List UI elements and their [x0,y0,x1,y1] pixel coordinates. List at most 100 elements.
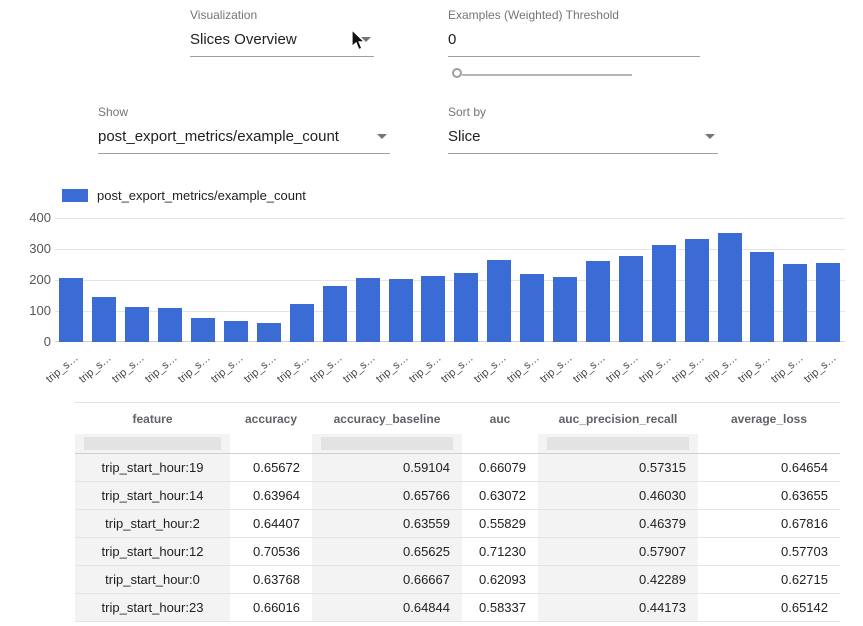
threshold-slider[interactable] [452,68,632,82]
slice-metrics-table: featureaccuracyaccuracy_baselineaucauc_p… [75,402,840,622]
bar[interactable] [59,278,83,342]
metric-cell: 0.64654 [698,454,840,481]
sort-by-label: Sort by [448,105,718,119]
bar[interactable] [421,276,445,342]
bar[interactable] [125,307,149,342]
bar[interactable] [553,277,577,342]
bar[interactable] [718,233,742,342]
bar[interactable] [586,261,610,342]
show-select[interactable]: post_export_metrics/example_count [98,128,390,154]
metric-cell: 0.55829 [462,510,538,537]
bar[interactable] [487,260,511,342]
metric-cell: 0.67816 [698,510,840,537]
metric-cell: 0.64407 [230,510,312,537]
metric-cell: 0.65625 [312,538,462,565]
chevron-down-icon [361,37,371,42]
bar[interactable] [290,304,314,342]
bar[interactable] [783,264,807,342]
y-axis-tick-label: 300 [17,241,51,256]
threshold-control: Examples (Weighted) Threshold 0 [448,8,700,57]
chevron-down-icon [377,134,387,139]
bar[interactable] [750,252,774,342]
column-filter-input[interactable] [547,437,689,450]
visualization-label: Visualization [190,8,374,22]
chart-bars [55,218,845,342]
column-header[interactable]: auc [462,403,538,434]
slice-metrics-bar-chart: post_export_metrics/example_count 010020… [17,186,847,401]
sort-by-select[interactable]: Slice [448,128,718,154]
bar[interactable] [454,273,478,342]
metric-cell: 0.63964 [230,482,312,509]
visualization-select[interactable]: Slices Overview [190,31,374,57]
metric-cell: 0.57907 [538,538,698,565]
table-row[interactable]: trip_start_hour:00.637680.666670.62093 0.… [75,566,840,594]
metric-cell: 0.66667 [312,566,462,593]
feature-cell: trip_start_hour:12 [75,538,230,565]
column-header[interactable]: average_loss [698,403,840,434]
feature-cell: trip_start_hour:0 [75,566,230,593]
bar[interactable] [389,279,413,342]
sort-by-control: Sort by Slice [448,105,718,154]
y-axis-tick-label: 400 [17,210,51,225]
metric-cell: 0.62715 [698,566,840,593]
sort-by-selected-value: Slice [448,128,481,145]
table-row[interactable]: trip_start_hour:140.639640.657660.630720… [75,482,840,510]
bar[interactable] [520,274,544,342]
table-row[interactable]: trip_start_hour:190.656720.591040.660790… [75,454,840,482]
bar[interactable] [619,256,643,342]
table-row[interactable]: trip_start_hour:120.705360.656250.712300… [75,538,840,566]
bar[interactable] [685,239,709,342]
metric-cell: 0.59104 [312,454,462,481]
threshold-value: 0 [448,31,456,48]
threshold-label: Examples (Weighted) Threshold [448,8,700,22]
bar[interactable] [323,286,347,342]
metric-cell: 0.62093 [462,566,538,593]
y-axis-tick-label: 200 [17,272,51,287]
show-selected-value: post_export_metrics/example_count [98,128,339,145]
column-filter-cell [230,434,312,453]
chevron-down-icon [705,134,715,139]
metric-cell: 0.57315 [538,454,698,481]
column-filter-cell [698,434,840,453]
column-filter-input[interactable] [321,437,453,450]
show-control: Show post_export_metrics/example_count [98,105,390,154]
column-filter-cell [538,434,698,453]
slider-thumb[interactable] [452,68,462,78]
column-filter-input[interactable] [84,437,221,450]
feature-cell: trip_start_hour:14 [75,482,230,509]
feature-cell: trip_start_hour:19 [75,454,230,481]
slider-track[interactable] [462,74,632,76]
column-filter-cell [462,434,538,453]
bar[interactable] [257,323,281,342]
table-row[interactable]: trip_start_hour:20.644070.635590.558290.… [75,510,840,538]
metric-cell: 0.71230 [462,538,538,565]
column-header[interactable]: accuracy [230,403,312,434]
column-header[interactable]: feature [75,403,230,434]
metric-cell: 0.63768 [230,566,312,593]
metric-cell: 0.64844 [312,594,462,621]
metric-cell: 0.66079 [462,454,538,481]
bar[interactable] [158,308,182,342]
metric-cell: 0.66016 [230,594,312,621]
chart-plot-area [55,218,845,342]
chart-legend: post_export_metrics/example_count [62,188,306,203]
bar[interactable] [224,321,248,342]
table-row[interactable]: trip_start_hour:230.660160.648440.583370… [75,594,840,622]
visualization-selected-value: Slices Overview [190,31,297,48]
bar[interactable] [816,263,840,342]
column-header[interactable]: auc_precision_recall [538,403,698,434]
bar[interactable] [92,297,116,342]
table-body: trip_start_hour:190.656720.591040.660790… [75,454,840,622]
legend-color-swatch [62,189,88,202]
column-header[interactable]: accuracy_baseline [312,403,462,434]
metric-cell: 0.63655 [698,482,840,509]
threshold-input[interactable]: 0 [448,31,700,57]
metric-cell: 0.65672 [230,454,312,481]
bar[interactable] [191,318,215,342]
y-axis-tick-label: 100 [17,303,51,318]
metric-cell: 0.63072 [462,482,538,509]
bar[interactable] [356,278,380,342]
bar[interactable] [652,245,676,342]
metric-cell: 0.58337 [462,594,538,621]
metric-cell: 0.63559 [312,510,462,537]
